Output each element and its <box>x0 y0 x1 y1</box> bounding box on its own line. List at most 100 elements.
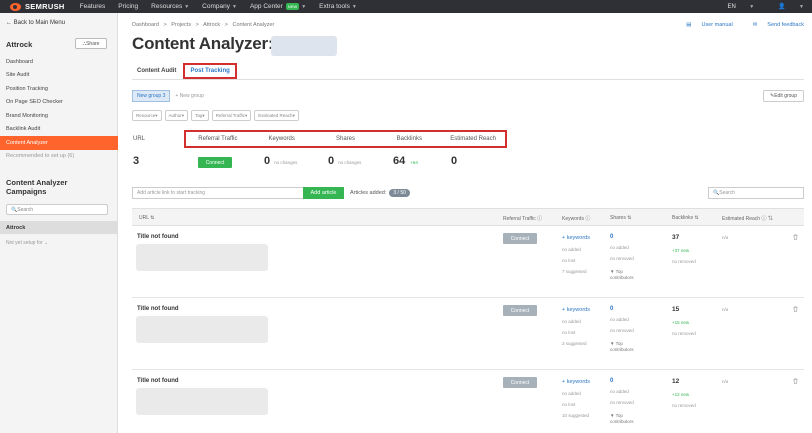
top-contributors-link[interactable]: ▼ Top contributors <box>610 341 634 353</box>
reach-value: 0 <box>451 155 458 167</box>
col-estimated-reach[interactable]: Estimated Reach ⓘ ⇅ <box>722 215 773 222</box>
connect-button[interactable]: Connect <box>503 305 537 316</box>
new-group-button[interactable]: + New group <box>175 93 204 99</box>
contributors-label: contributors <box>610 275 634 280</box>
filter-estimated-reach[interactable]: Estimated Reach ▾ <box>254 110 299 121</box>
summary-connect-button[interactable]: Connect <box>198 157 232 168</box>
search-placeholder: Search <box>17 206 34 213</box>
trash-icon[interactable] <box>793 306 798 312</box>
chevron-down-icon: ▼ <box>232 3 237 10</box>
nav-app-center[interactable]: App Center NEW ▼ <box>250 3 306 10</box>
breadcrumb-projects[interactable]: Projects <box>171 22 191 28</box>
breadcrumb-attrock[interactable]: Attrock <box>203 22 220 28</box>
article-title[interactable]: Title not found <box>137 234 179 240</box>
trash-icon[interactable] <box>793 378 798 384</box>
chevron-down-icon: ▾ <box>155 112 158 118</box>
group-tab[interactable]: New group 3 <box>132 90 171 102</box>
add-keywords-link[interactable]: + keywords <box>562 307 590 313</box>
sidebar-item-dashboard[interactable]: Dashboard <box>0 55 118 69</box>
estimated-reach-value: n/a <box>722 235 729 240</box>
campaign-search-input[interactable]: 🔍 Search <box>6 204 108 215</box>
add-keywords-link[interactable]: + keywords <box>562 379 590 385</box>
connect-button[interactable]: Connect <box>503 233 537 244</box>
edit-group-button[interactable]: ✎ Edit group <box>763 90 804 102</box>
share-button[interactable]: ⛬ Share <box>75 38 107 49</box>
add-article-button[interactable]: Add article <box>303 187 344 199</box>
backlinks-note: +64 <box>410 160 418 165</box>
user-manual-link[interactable]: ▤ User manual <box>676 22 732 28</box>
article-title[interactable]: Title not found <box>137 306 179 312</box>
col-keywords[interactable]: Keywords ⓘ <box>562 215 590 222</box>
connect-button[interactable]: Connect <box>503 377 537 388</box>
table-search-input[interactable]: 🔍 Search <box>708 187 804 199</box>
send-feedback-link[interactable]: ✉ Send feedback <box>743 22 804 28</box>
main-nav: Features Pricing Resources ▼ Company ▼ App… <box>80 3 370 10</box>
col-label: Keywords <box>562 216 584 222</box>
tab-content-audit[interactable]: Content Audit <box>132 63 181 79</box>
trash-icon[interactable] <box>793 234 798 240</box>
col-url[interactable]: URL ⇅ <box>139 215 154 221</box>
table-row: Title not found Connect + keywords no ad… <box>132 370 804 433</box>
shares-removed: no removed <box>610 400 634 405</box>
summary-estimated-reach: 0 <box>451 155 457 167</box>
back-to-main-menu-link[interactable]: ← Back to Main Menu <box>6 20 65 26</box>
nav-pricing[interactable]: Pricing <box>118 3 138 10</box>
breadcrumb-separator: > <box>195 22 199 28</box>
nav-resources[interactable]: Resources ▼ <box>151 3 189 10</box>
not-setup-toggle[interactable]: Not yet setup for ⌄ <box>6 240 48 246</box>
filter-referral-traffic[interactable]: Referral Traffic ▾ <box>211 110 252 121</box>
summary-headers-highlight: Referral Traffic Keywords Shares Backlin… <box>184 130 507 148</box>
filter-tag[interactable]: Tag ▾ <box>191 110 209 121</box>
language-select[interactable]: EN ▼ <box>715 4 754 10</box>
book-icon: ▤ <box>686 22 692 28</box>
blurred-article-url <box>136 316 268 343</box>
articles-added-label: Articles added: <box>350 190 387 196</box>
shares-value: 0 <box>610 306 614 312</box>
send-feedback-label: Send feedback <box>767 22 804 28</box>
sidebar-item-position-tracking[interactable]: Position Tracking <box>0 82 118 96</box>
shares-value: 0 <box>328 155 335 167</box>
tab-post-tracking[interactable]: Post Tracking <box>183 63 237 79</box>
nav-company[interactable]: Company ▼ <box>202 3 237 10</box>
sort-icon: ⇅ <box>625 215 632 221</box>
col-referral-traffic[interactable]: Referral Traffic ⓘ <box>503 215 542 222</box>
articles-added-count: 3 / 50 <box>389 189 410 197</box>
campaign-item-selected[interactable]: Attrock <box>0 221 117 234</box>
contributors-label: contributors <box>610 419 634 424</box>
col-backlinks[interactable]: Backlinks ⇅ <box>672 215 699 221</box>
add-keywords-link[interactable]: + keywords <box>562 235 590 241</box>
article-title[interactable]: Title not found <box>137 378 179 384</box>
add-article-input[interactable]: Add article link to start tracking <box>132 187 304 199</box>
filter-label: Estimated Reach <box>258 113 293 118</box>
filter-author[interactable]: Author ▾ <box>164 110 189 121</box>
main-content: Dashboard > Projects > Attrock > Content… <box>118 13 812 433</box>
col-shares[interactable]: Shares ⇅ <box>610 215 631 221</box>
backlinks-removed: no removed <box>672 403 696 408</box>
nav-extra-tools[interactable]: Extra tools ▼ <box>319 3 357 10</box>
articles-table: URL ⇅ Referral Traffic ⓘ Keywords ⓘ Shar… <box>132 208 804 433</box>
backlinks-removed: no removed <box>672 259 696 264</box>
blurred-article-url <box>136 388 268 415</box>
semrush-logo[interactable]: SEMRUSH <box>10 2 65 11</box>
top-contributors-link[interactable]: ▼ Top contributors <box>610 413 634 425</box>
table-row: Title not found Connect + keywords no ad… <box>132 298 804 370</box>
nav-label: Features <box>79 3 106 10</box>
sidebar-item-backlink-audit[interactable]: Backlink Audit <box>0 123 118 137</box>
sidebar-item-brand-monitoring[interactable]: Brand Monitoring <box>0 109 118 123</box>
filter-resource[interactable]: Resource ▾ <box>132 110 162 121</box>
summary-url-label: URL <box>133 136 146 142</box>
nav-features[interactable]: Features <box>80 3 106 10</box>
chevron-down-icon: ▼ <box>747 3 755 10</box>
sidebar-item-site-audit[interactable]: Site Audit <box>0 69 118 83</box>
sidebar-item-recommended[interactable]: Recommended to set up (6) <box>0 150 118 164</box>
estimated-reach-value: n/a <box>722 379 729 384</box>
top-contributors-link[interactable]: ▼ Top contributors <box>610 269 634 281</box>
breadcrumb-dashboard[interactable]: Dashboard <box>132 22 159 28</box>
sort-icon: ⇅ <box>693 215 699 221</box>
user-menu[interactable]: 👤 ▼ <box>766 3 804 10</box>
keywords-value: 0 <box>264 155 271 167</box>
keywords-suggested: 3 suggested <box>562 341 587 346</box>
backlinks-value: 37 <box>672 234 680 241</box>
sidebar-item-content-analyzer[interactable]: Content Analyzer <box>0 136 118 150</box>
sidebar-item-on-page-seo-checker[interactable]: On Page SEO Checker <box>0 96 118 110</box>
